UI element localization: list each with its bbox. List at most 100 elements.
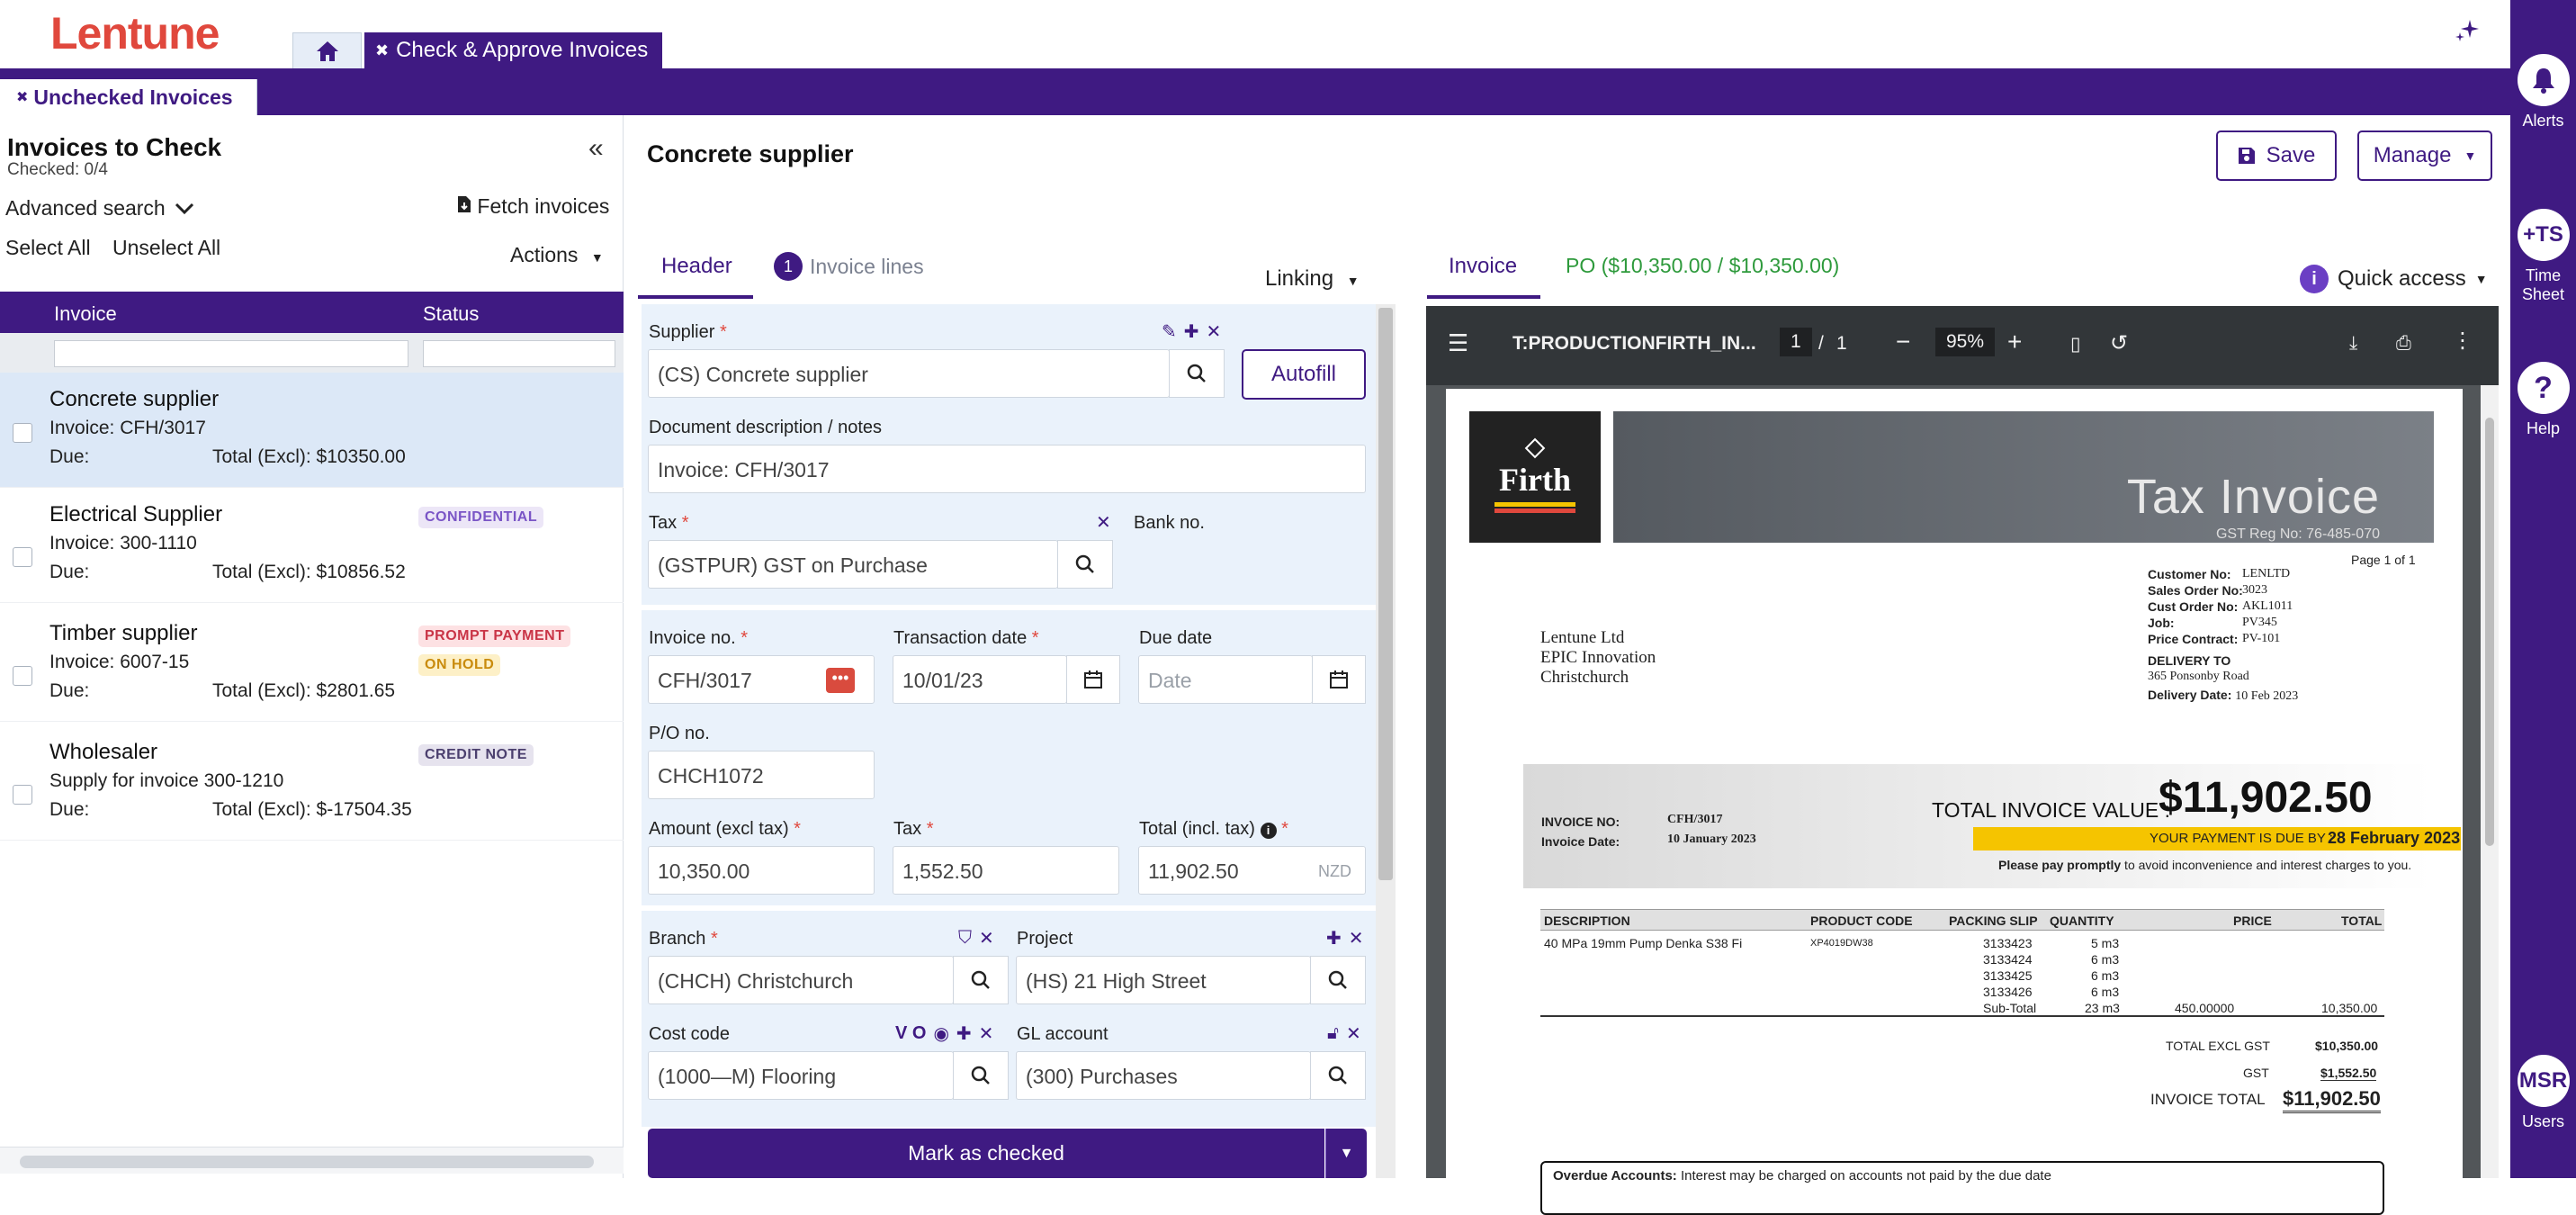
shield-icon[interactable]: ⛉: [958, 928, 972, 949]
close-icon[interactable]: ✖: [16, 88, 28, 106]
close-icon[interactable]: ✖: [375, 41, 389, 60]
add-icon[interactable]: ✚: [1326, 927, 1342, 950]
tab-unchecked-invoices[interactable]: ✖ Unchecked Invoices: [0, 79, 257, 115]
clear-icon[interactable]: ✕: [1349, 927, 1364, 950]
print-icon[interactable]: ⎙: [2396, 333, 2411, 355]
pdf-scrollbar[interactable]: [2481, 385, 2499, 1178]
users-button[interactable]: MSR Users: [2510, 1055, 2576, 1131]
invoice-no-value: CFH/3017: [1667, 813, 1723, 826]
mark-as-checked-button[interactable]: Mark as checked: [648, 1129, 1324, 1178]
chevron-down-icon: [175, 202, 194, 215]
tax-input[interactable]: (GSTPUR) GST on Purchase: [648, 540, 1058, 589]
scrollbar-thumb[interactable]: [20, 1156, 594, 1168]
autofill-button[interactable]: Autofill: [1242, 349, 1366, 400]
add-icon[interactable]: ✚: [956, 1022, 972, 1045]
unselect-all-button[interactable]: Unselect All: [112, 236, 220, 260]
supplier-input[interactable]: (CS) Concrete supplier: [648, 349, 1170, 398]
amount-input[interactable]: 10,350.00: [648, 846, 875, 895]
calendar-icon: [1330, 670, 1348, 688]
zoom-in-icon[interactable]: +: [2007, 328, 2022, 356]
sparkle-icon[interactable]: [2454, 16, 2481, 43]
row-checkbox[interactable]: [13, 666, 32, 686]
cost-code-input[interactable]: (1000—M) Flooring: [648, 1051, 954, 1100]
status-filter-input[interactable]: [423, 340, 615, 367]
fit-page-icon[interactable]: ▯: [2070, 333, 2081, 356]
manage-dropdown[interactable]: Manage ▼: [2357, 130, 2492, 181]
project-search-button[interactable]: [1310, 956, 1366, 1004]
supplier-search-button[interactable]: [1169, 349, 1225, 398]
zoom-out-icon[interactable]: −: [1896, 328, 1910, 356]
scrollbar-thumb[interactable]: [1378, 308, 1393, 880]
scrollbar-thumb[interactable]: [2485, 418, 2494, 846]
more-options-icon[interactable]: •••: [826, 668, 855, 693]
row-checkbox[interactable]: [13, 547, 32, 567]
transaction-date-picker[interactable]: [1066, 655, 1120, 704]
due-date-input[interactable]: Date: [1138, 655, 1313, 704]
home-tab[interactable]: [292, 32, 362, 68]
edit-icon[interactable]: ✎: [1162, 320, 1177, 343]
invoice-filter-input[interactable]: [54, 340, 408, 367]
clear-icon[interactable]: ✕: [1207, 320, 1222, 343]
tab-invoice[interactable]: Invoice: [1427, 239, 1540, 299]
gl-account-search-button[interactable]: [1310, 1051, 1366, 1100]
list-item[interactable]: Electrical Supplier Invoice: 300-1110 Du…: [0, 488, 624, 603]
clear-icon[interactable]: ✕: [1346, 1022, 1361, 1045]
advanced-search-toggle[interactable]: Advanced search: [5, 196, 194, 220]
rotate-icon[interactable]: ↺: [2110, 330, 2128, 356]
download-icon[interactable]: ⤓: [2349, 333, 2357, 355]
list-item[interactable]: Wholesaler Supply for invoice 300-1210 D…: [0, 725, 624, 841]
lentune-logo[interactable]: Lentune: [50, 7, 220, 59]
linking-dropdown[interactable]: Linking ▼: [1265, 266, 1360, 292]
cost-code-toggles[interactable]: V O: [895, 1023, 926, 1044]
caret-down-icon: ▼: [2474, 272, 2488, 286]
unlock-icon[interactable]: 🔓︎: [1327, 1023, 1339, 1044]
info-icon[interactable]: i: [1260, 823, 1277, 839]
menu-icon[interactable]: ☰: [1448, 329, 1468, 357]
invoice-list-panel: Invoices to Check Checked: 0/4 « Advance…: [0, 115, 624, 1178]
cost-code-search-button[interactable]: [953, 1051, 1009, 1100]
save-button[interactable]: Save: [2216, 130, 2337, 181]
gl-account-input[interactable]: (300) Purchases: [1016, 1051, 1311, 1100]
list-item[interactable]: Timber supplier Invoice: 6007-15 Due: To…: [0, 607, 624, 722]
timesheet-button[interactable]: +TS Time Sheet: [2510, 209, 2576, 304]
eye-icon[interactable]: ◉: [933, 1022, 948, 1045]
due-date-picker[interactable]: [1312, 655, 1366, 704]
tab-check-approve-invoices[interactable]: ✖ Check & Approve Invoices: [364, 32, 663, 68]
alerts-button[interactable]: Alerts: [2510, 54, 2576, 130]
horizontal-scrollbar[interactable]: [0, 1147, 624, 1174]
form-scrollbar[interactable]: [1376, 304, 1396, 1178]
po-no-input[interactable]: CHCH1072: [648, 751, 875, 799]
select-all-button[interactable]: Select All: [5, 236, 91, 260]
customer-no-label: Customer No:: [2148, 567, 2231, 581]
page-number-input[interactable]: 1: [1780, 328, 1812, 356]
add-icon[interactable]: ✚: [1184, 320, 1199, 343]
clear-icon[interactable]: ✕: [979, 927, 994, 950]
collapse-panel-icon[interactable]: «: [588, 133, 604, 164]
col-invoice-header[interactable]: Invoice: [54, 302, 117, 326]
col-status-header[interactable]: Status: [423, 302, 479, 326]
mark-options-dropdown[interactable]: ▼: [1325, 1129, 1367, 1178]
quick-access-dropdown[interactable]: i Quick access ▼: [2300, 265, 2488, 293]
help-button[interactable]: ? Help: [2510, 362, 2576, 438]
clear-icon[interactable]: ✕: [1096, 511, 1111, 534]
project-input[interactable]: (HS) 21 High Street: [1016, 956, 1311, 1004]
fetch-invoices-button[interactable]: Fetch invoices: [457, 194, 609, 219]
total-band: INVOICE NO: CFH/3017 Invoice Date: 10 Ja…: [1523, 764, 2461, 888]
tax-search-button[interactable]: [1057, 540, 1113, 589]
more-options-icon[interactable]: ⋮: [2452, 328, 2473, 354]
clear-icon[interactable]: ✕: [979, 1022, 994, 1045]
actions-dropdown[interactable]: Actions ▼: [510, 243, 604, 267]
row-checkbox[interactable]: [13, 785, 32, 805]
tab-invoice-lines[interactable]: 1 Invoice lines: [774, 252, 924, 281]
tab-header[interactable]: Header: [638, 239, 753, 299]
zoom-level[interactable]: 95%: [1935, 328, 1996, 356]
due-label: Due:: [49, 799, 90, 820]
tax-amount-input[interactable]: 1,552.50: [893, 846, 1119, 895]
branch-search-button[interactable]: [953, 956, 1009, 1004]
branch-input[interactable]: (CHCH) Christchurch: [648, 956, 954, 1004]
description-input[interactable]: Invoice: CFH/3017: [648, 445, 1366, 493]
row-checkbox[interactable]: [13, 423, 32, 443]
transaction-date-input[interactable]: 10/01/23: [893, 655, 1067, 704]
tab-purchase-order[interactable]: PO ($10,350.00 / $10,350.00): [1566, 254, 1839, 278]
list-item[interactable]: Concrete supplier Invoice: CFH/3017 Due:…: [0, 373, 624, 488]
